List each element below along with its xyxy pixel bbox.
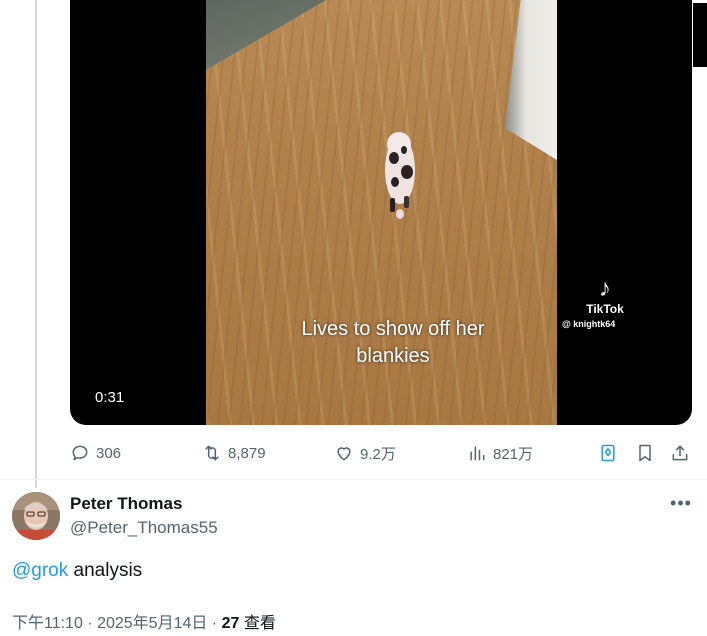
bar-chart-icon	[470, 446, 485, 461]
reply-count: 306	[96, 444, 122, 462]
tweet-actions: 306 8,879 9.2万 821万	[70, 440, 700, 466]
bookmark-button[interactable]	[635, 440, 655, 466]
avatar[interactable]	[12, 492, 60, 540]
author-handle[interactable]: @Peter_Thomas55	[70, 518, 218, 538]
more-icon[interactable]: •••	[668, 493, 694, 517]
tweet-text-content: analysis	[68, 560, 143, 581]
video-scene-wall	[206, 0, 326, 70]
tiktok-watermark: ♪ TikTok	[575, 275, 635, 317]
divider	[0, 479, 707, 480]
repost-count: 8,879	[228, 444, 266, 462]
reply-icon	[72, 445, 88, 461]
grok-icon	[601, 444, 615, 462]
piglet-image	[385, 132, 415, 219]
tiktok-handle: @ knightk64	[562, 319, 616, 329]
tiktok-logo-icon: ♪	[599, 275, 611, 302]
author-name[interactable]: Peter Thomas	[70, 494, 182, 514]
tweet-views-count: 27	[221, 615, 240, 632]
like-button[interactable]: 9.2万	[334, 440, 396, 466]
media-edge-strip	[693, 3, 707, 67]
share-button[interactable]	[670, 440, 690, 466]
bookmark-icon	[639, 444, 651, 462]
views-count: 821万	[493, 445, 534, 463]
heart-icon	[337, 447, 351, 461]
avatar-photo	[12, 492, 60, 540]
tiktok-name: TikTok	[586, 302, 624, 316]
grok-button[interactable]	[598, 440, 618, 466]
like-count: 9.2万	[360, 445, 396, 463]
tweet-text: @grok analysis	[12, 560, 142, 582]
repost-button[interactable]: 8,879	[202, 440, 266, 466]
video-caption: Lives to show off her blankies	[301, 318, 485, 367]
thread-line	[35, 0, 37, 488]
grok-mention-link[interactable]: @grok	[12, 560, 68, 581]
video-player[interactable]: Lives to show off her blankies ♪ TikTok …	[70, 0, 692, 425]
share-icon	[672, 445, 688, 461]
video-scene-door	[505, 0, 557, 160]
reply-button[interactable]: 306	[70, 440, 121, 466]
tweet-timestamp[interactable]: 下午11:10 · 2025年5月14日 ·	[12, 615, 222, 632]
repost-icon	[205, 445, 219, 461]
tweet-metadata: 下午11:10 · 2025年5月14日 · 27 查看	[12, 609, 276, 633]
video-duration: 0:31	[95, 389, 125, 406]
views-button[interactable]: 821万	[467, 440, 533, 466]
tweet-views-label: 查看	[239, 615, 276, 632]
